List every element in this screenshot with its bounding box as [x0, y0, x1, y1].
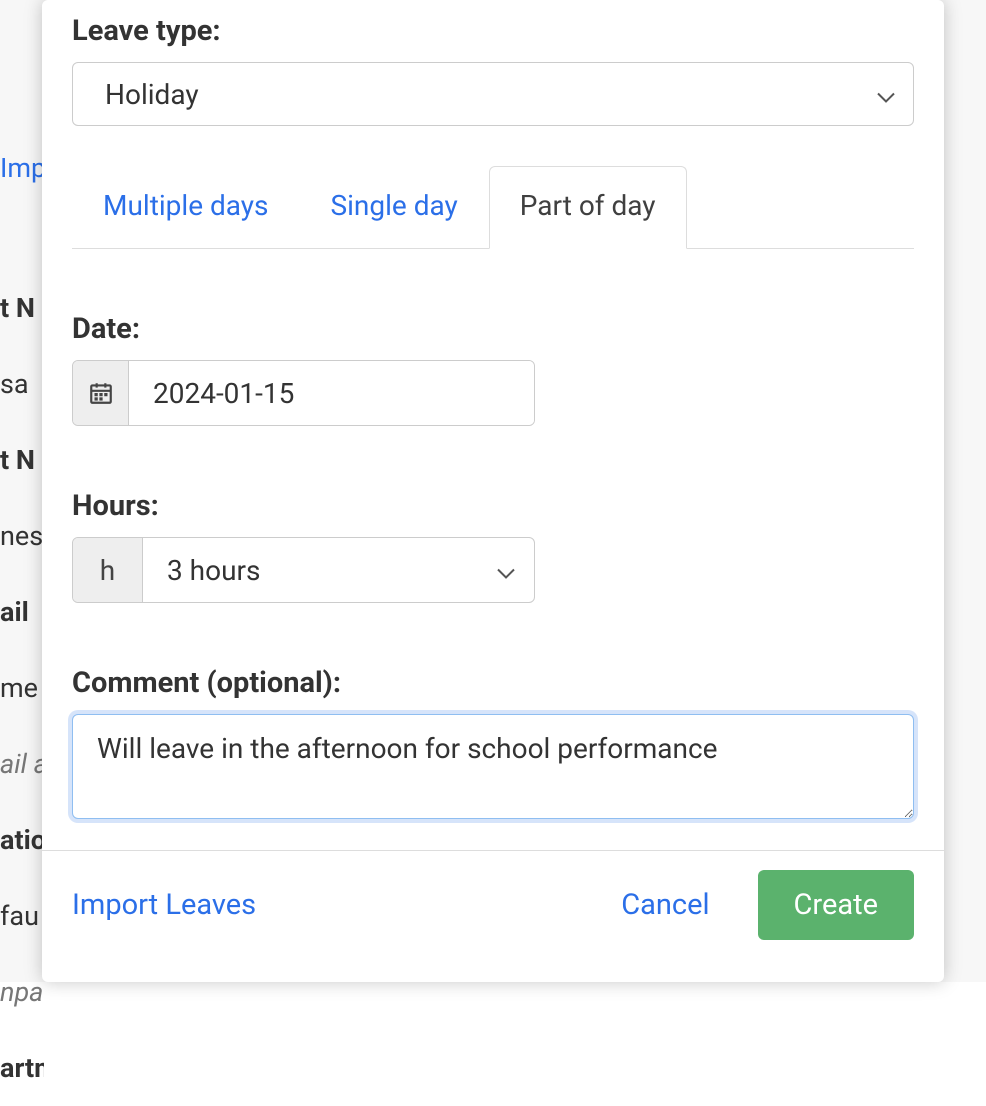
- hours-addon: h: [73, 538, 143, 602]
- date-label: Date:: [72, 312, 914, 346]
- hours-input-group: h 3 hours: [72, 537, 535, 603]
- cancel-button[interactable]: Cancel: [615, 887, 715, 923]
- date-input[interactable]: [129, 361, 534, 425]
- tab-multiple-days[interactable]: Multiple days: [72, 166, 300, 249]
- bg-link-fragment: Imp: [0, 152, 44, 184]
- duration-tabs: Multiple days Single day Part of day: [72, 166, 914, 249]
- chevron-down-icon: [496, 554, 516, 587]
- leave-type-label: Leave type:: [72, 14, 914, 48]
- leave-modal: Leave type: Holiday Multiple days Single…: [42, 0, 944, 982]
- bg-text: fau: [0, 878, 44, 954]
- bg-text: t N: [0, 270, 44, 346]
- chevron-down-icon: [876, 78, 896, 111]
- bg-text: npa: [0, 954, 44, 1030]
- comment-label: Comment (optional):: [72, 666, 914, 700]
- import-leaves-link[interactable]: Import Leaves: [72, 888, 256, 922]
- bg-text: me: [0, 650, 44, 726]
- date-input-group: [72, 360, 535, 426]
- leave-type-value: Holiday: [105, 78, 199, 111]
- calendar-icon: [73, 361, 129, 425]
- comment-textarea[interactable]: [72, 714, 914, 819]
- bg-text: ail: [0, 574, 44, 650]
- hours-select[interactable]: 3 hours: [143, 538, 534, 602]
- tab-part-of-day[interactable]: Part of day: [489, 166, 687, 249]
- tab-single-day[interactable]: Single day: [300, 166, 489, 249]
- bg-text: artment: [0, 1030, 44, 1106]
- modal-footer: Import Leaves Cancel Create: [42, 850, 944, 982]
- bg-text: nes: [0, 498, 44, 574]
- bg-text: atio: [0, 802, 44, 878]
- bg-text: sa: [0, 346, 44, 422]
- hours-value: 3 hours: [167, 554, 260, 587]
- leave-type-select[interactable]: Holiday: [72, 62, 914, 126]
- create-button[interactable]: Create: [758, 870, 914, 940]
- bg-text: t N: [0, 422, 44, 498]
- hours-label: Hours:: [72, 489, 914, 523]
- bg-text: ail a: [0, 726, 44, 802]
